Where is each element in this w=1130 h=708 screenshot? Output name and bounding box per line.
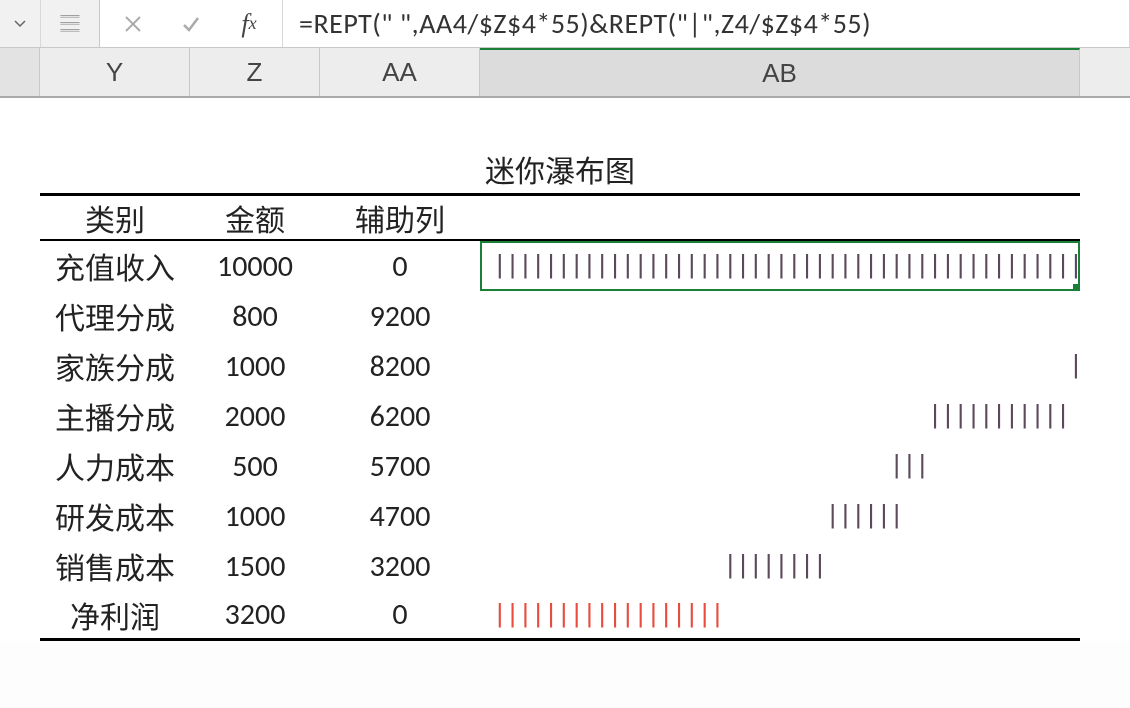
cell-amount[interactable]: 3200 [190,591,320,638]
cell-waterfall-bar[interactable]: ||| [480,441,1080,491]
cell-amount[interactable]: 2000 [190,391,320,441]
select-all-corner[interactable] [0,48,40,96]
cell-aux[interactable]: 5700 [320,441,480,491]
confirm-icon[interactable] [162,0,220,47]
cell-aux[interactable]: 4700 [320,491,480,541]
cell-amount[interactable]: 1500 [190,541,320,591]
cell-category[interactable]: 研发成本 [40,491,190,541]
table-row: 销售成本15003200 |||||||| [40,541,1080,591]
formula-tools: fx [100,0,282,47]
chart-title: 迷你瀑布图 [40,148,1080,193]
header-bar [480,196,1080,239]
cell-waterfall-bar[interactable]: ||||||||||||||||||||||||||||||||||||||||… [480,241,1080,291]
table-row: 充值收入100000||||||||||||||||||||||||||||||… [40,241,1080,291]
cell-category[interactable]: 净利润 [40,591,190,638]
expand-formula-bar-button[interactable]: ═════════ [41,0,99,47]
cell-category[interactable]: 代理分成 [40,291,190,341]
name-box-dropdown[interactable] [0,0,41,47]
table-row: 净利润32000|||||||||||||||||| [40,591,1080,641]
column-header-z[interactable]: Z [190,48,320,96]
cell-category[interactable]: 充值收入 [40,241,190,291]
cell-waterfall-bar[interactable]: |||| [480,291,1080,341]
table-header-row: 类别 金额 辅助列 [40,193,1080,241]
insert-function-icon[interactable]: fx [220,0,278,47]
name-box-area: ═════════ [0,0,100,47]
cell-category[interactable]: 家族分成 [40,341,190,391]
cell-amount[interactable]: 10000 [190,241,320,291]
cell-aux[interactable]: 8200 [320,341,480,391]
cell-waterfall-bar[interactable]: |||||||||||||||||| [480,591,1080,638]
cell-waterfall-bar[interactable]: |||||| [480,341,1080,391]
cell-amount[interactable]: 800 [190,291,320,341]
cell-aux[interactable]: 0 [320,591,480,638]
cell-amount[interactable]: 500 [190,441,320,491]
cell-aux[interactable]: 9200 [320,291,480,341]
header-category: 类别 [40,196,190,239]
cell-category[interactable]: 销售成本 [40,541,190,591]
formula-input[interactable]: =REPT(" ",AA4/$Z$4*55)&REPT("|",Z4/$Z$4*… [282,0,1130,47]
table-row: 主播分成20006200 ||||||||||| [40,391,1080,441]
table-row: 研发成本10004700 |||||| [40,491,1080,541]
table-row: 人力成本5005700 ||| [40,441,1080,491]
column-headers: Y Z AA AB [0,48,1130,98]
column-header-y[interactable]: Y [40,48,190,96]
column-header-ab[interactable]: AB [480,48,1080,96]
cancel-icon[interactable] [104,0,162,47]
cell-category[interactable]: 主播分成 [40,391,190,441]
spreadsheet-grid[interactable]: 迷你瀑布图 类别 金额 辅助列 充值收入100000||||||||||||||… [0,98,1130,641]
cell-waterfall-bar[interactable]: |||||||| [480,541,1080,591]
cell-aux[interactable]: 0 [320,241,480,291]
table-row: 代理分成8009200 |||| [40,291,1080,341]
column-header-aa[interactable]: AA [320,48,480,96]
table-row: 家族分成10008200 |||||| [40,341,1080,391]
cell-amount[interactable]: 1000 [190,341,320,391]
cell-waterfall-bar[interactable]: ||||||||||| [480,391,1080,441]
header-aux: 辅助列 [320,196,480,239]
cell-amount[interactable]: 1000 [190,491,320,541]
cell-category[interactable]: 人力成本 [40,441,190,491]
header-amount: 金额 [190,196,320,239]
cell-aux[interactable]: 6200 [320,391,480,441]
formula-bar: ═════════ fx =REPT(" ",AA4/$Z$4*55)&REPT… [0,0,1130,48]
cell-waterfall-bar[interactable]: |||||| [480,491,1080,541]
cell-aux[interactable]: 3200 [320,541,480,591]
